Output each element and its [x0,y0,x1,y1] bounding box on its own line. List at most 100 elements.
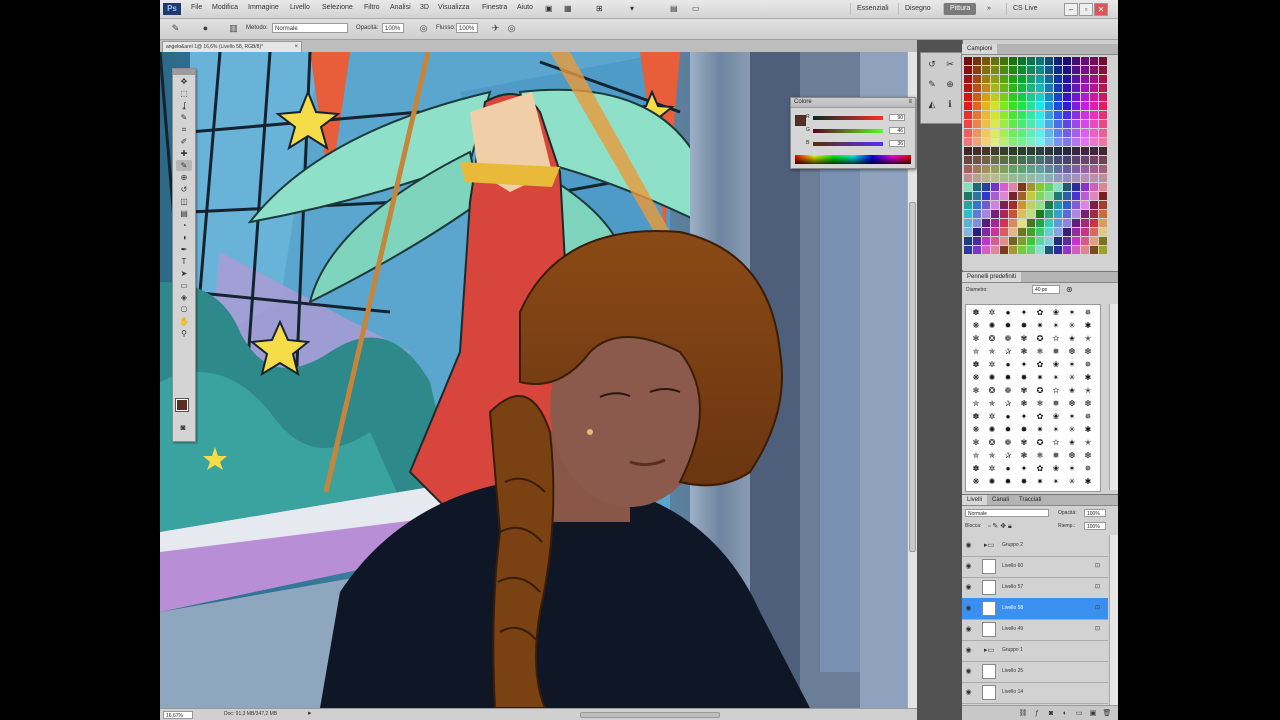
brush-preset-icon[interactable]: ✱ [1080,424,1096,436]
swatch-cell[interactable] [1090,174,1098,182]
swatch-cell[interactable] [1099,183,1107,191]
swatch-cell[interactable] [964,57,972,65]
swatch-cell[interactable] [982,237,990,245]
swatch-cell[interactable] [1072,201,1080,209]
swatch-cell[interactable] [1063,246,1071,254]
brush-preset-icon[interactable]: ✵ [1080,359,1096,371]
swatch-cell[interactable] [973,120,981,128]
swatch-cell[interactable] [1036,102,1044,110]
brush-preset-icon[interactable]: ✺ [984,424,1000,436]
swatch-cell[interactable] [982,246,990,254]
layer-group-row[interactable]: ◉ ▸▭ Gruppo 2 [962,535,1108,557]
brush-preset-icon[interactable]: ✷ [1032,424,1048,436]
red-value-input[interactable]: 90 [889,114,905,121]
swatch-cell[interactable] [1027,165,1035,173]
swatch-cell[interactable] [1081,147,1089,155]
workspace-design[interactable]: Disegno [898,3,937,15]
swatch-cell[interactable] [1099,66,1107,74]
menu-filter[interactable]: Filtro [364,4,380,11]
brush-preset-icon[interactable]: ❀ [1048,359,1064,371]
swatch-cell[interactable] [1090,129,1098,137]
swatch-cell[interactable] [1018,75,1026,83]
clone-source-icon[interactable]: ⊕ [943,77,957,91]
menu-layer[interactable]: Livello [290,4,310,11]
history-brush-tool-icon[interactable]: ↺ [176,184,192,195]
swatch-cell[interactable] [964,93,972,101]
brush-preset-icon[interactable]: ✦ [1016,359,1032,371]
layer-row[interactable]: ◉ Livello 58 ⊡ [962,598,1108,620]
swatch-cell[interactable] [1099,210,1107,218]
swatch-cell[interactable] [973,210,981,218]
brush-preset-icon[interactable]: ❁ [1000,385,1016,397]
swatch-cell[interactable] [1027,102,1035,110]
brush-preset-icon[interactable]: ● [1000,463,1016,475]
brush-preset-icon[interactable]: ✶ [1064,359,1080,371]
brush-preset-icon[interactable]: ❇ [1080,398,1096,410]
swatch-cell[interactable] [1072,102,1080,110]
brush-preset-icon[interactable]: ✽ [968,411,984,423]
swatch-cell[interactable] [1036,138,1044,146]
swatch-cell[interactable] [1045,84,1053,92]
visibility-eye-icon[interactable]: ◉ [964,667,973,676]
menu-file[interactable]: File [191,4,202,11]
brush-preset-icon[interactable]: ✮ [968,398,984,410]
color-panel-header[interactable]: Colore ≡ [791,98,915,108]
brush-preset-icon[interactable]: ✴ [1048,320,1064,332]
swatch-cell[interactable] [1045,156,1053,164]
brush-preset-icon[interactable]: ✬ [1064,437,1080,449]
swatch-cell[interactable] [1018,156,1026,164]
swatch-cell[interactable] [991,183,999,191]
swatch-cell[interactable] [1036,129,1044,137]
swatch-cell[interactable] [1045,75,1053,83]
blue-value-input[interactable]: 36 [889,140,905,147]
brush-preset-icon[interactable]: ✹ [1000,476,1016,488]
swatch-cell[interactable] [1045,246,1053,254]
brush-size-icon[interactable]: ● [200,23,211,34]
swatch-cell[interactable] [1090,147,1098,155]
swatch-cell[interactable] [1000,75,1008,83]
swatch-cell[interactable] [1063,165,1071,173]
swatch-cell[interactable] [1045,129,1053,137]
visibility-eye-icon[interactable]: ◉ [964,541,973,550]
swatch-cell[interactable] [973,156,981,164]
arrange-docs-icon[interactable]: ▤ [670,4,678,13]
brush-preset-icon[interactable]: ✱ [1080,320,1096,332]
swatch-cell[interactable] [1045,219,1053,227]
visibility-eye-icon[interactable]: ◉ [964,562,973,571]
brush-preset-icon[interactable]: ✰ [1000,398,1016,410]
brush-preset-icon[interactable]: ✲ [984,463,1000,475]
swatch-cell[interactable] [1036,192,1044,200]
healing-tool-icon[interactable]: ✚ [176,148,192,159]
clone-tool-icon[interactable]: ⊕ [176,172,192,183]
swatch-cell[interactable] [964,147,972,155]
menu-view[interactable]: Visualizza [438,4,469,11]
swatch-cell[interactable] [1045,57,1053,65]
swatch-cell[interactable] [964,75,972,83]
swatch-cell[interactable] [1000,84,1008,92]
swatch-cell[interactable] [1027,120,1035,128]
swatch-cell[interactable] [1018,129,1026,137]
brush-preset-icon[interactable]: ✭ [1080,333,1096,345]
layers-scrollbar[interactable] [1109,535,1118,705]
swatch-cell[interactable] [1018,138,1026,146]
brush-preset-icon[interactable]: ❄ [1032,398,1048,410]
swatch-cell[interactable] [964,183,972,191]
swatch-cell[interactable] [1081,120,1089,128]
swatch-cell[interactable] [1063,57,1071,65]
brush-preset-icon[interactable]: ✸ [1016,320,1032,332]
brush-preset-icon[interactable]: ✲ [984,411,1000,423]
swatch-cell[interactable] [1054,237,1062,245]
brush-preset-icon[interactable]: ✯ [984,346,1000,358]
swatch-cell[interactable] [1081,66,1089,74]
swatch-cell[interactable] [1090,165,1098,173]
swatch-cell[interactable] [1099,219,1107,227]
swatch-cell[interactable] [982,138,990,146]
swatch-cell[interactable] [964,120,972,128]
swatch-cell[interactable] [1027,147,1035,155]
swatch-cell[interactable] [964,246,972,254]
swatch-cell[interactable] [964,84,972,92]
brush-preset-icon[interactable]: ✦ [1016,411,1032,423]
swatch-cell[interactable] [964,201,972,209]
swatch-cell[interactable] [1000,174,1008,182]
new-layer-icon[interactable]: ▣ [1088,709,1098,719]
